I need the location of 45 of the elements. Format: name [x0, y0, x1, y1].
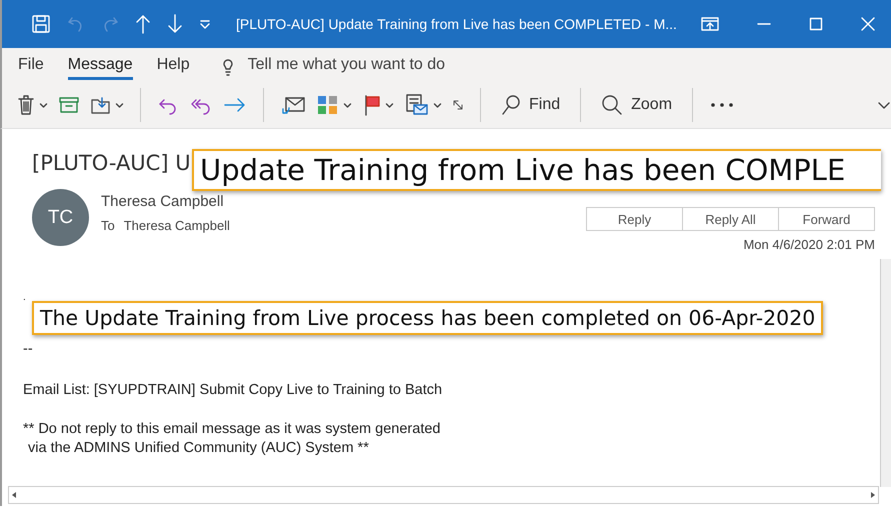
signature-separator: -- [23, 340, 33, 359]
rules-icon[interactable] [404, 93, 430, 117]
find-button[interactable]: Find [497, 94, 564, 116]
caret-icon[interactable] [433, 100, 442, 110]
collapse-ribbon-icon[interactable] [877, 100, 891, 110]
save-icon[interactable] [30, 13, 52, 35]
zoom-callout: The Update Training from Live process has been completed on 06-Apr-2020 [32, 301, 824, 335]
close-icon[interactable] [861, 17, 875, 31]
down-arrow-icon[interactable] [166, 13, 184, 35]
window-title: [PLUTO-AUC] Update Training from Live has been COMPLETED - M... [236, 16, 678, 32]
caret-icon[interactable] [343, 100, 352, 110]
tell-me-field[interactable]: Tell me what you want to do [248, 56, 446, 74]
caret-icon[interactable] [39, 100, 48, 110]
notice-text: ** Do not reply to this email message as it was system generated [23, 420, 440, 439]
magnifier-icon [601, 94, 624, 116]
dialog-launcher-icon[interactable] [452, 99, 464, 111]
to-label: To [101, 218, 115, 233]
notice-text: via the ADMINS Unified Community (AUC) System ** [27, 439, 369, 458]
restore-window-icon[interactable] [701, 16, 719, 32]
menu-tab[interactable]: Help [156, 50, 190, 80]
zoom-button[interactable]: Zoom [597, 94, 676, 116]
message-action-button[interactable]: Forward [778, 207, 875, 231]
zoom-callout: Update Training from Live has been COMPLE [192, 149, 881, 191]
trash-icon[interactable] [16, 94, 36, 116]
up-arrow-icon[interactable] [134, 13, 152, 35]
message-action-button[interactable]: Reply All [682, 207, 779, 231]
move-folder-icon[interactable] [90, 95, 112, 115]
avatar: TC [32, 189, 89, 246]
menu-tab[interactable]: File [18, 50, 44, 80]
archive-icon[interactable] [58, 95, 80, 115]
search-icon [501, 94, 521, 116]
sender-name[interactable]: Theresa Campbell [101, 193, 230, 210]
caret-icon[interactable] [115, 100, 124, 110]
menu-tab[interactable]: Message [68, 50, 133, 80]
message-subject: [PLUTO-AUC] U [32, 151, 191, 175]
recipient-name[interactable]: Theresa Campbell [124, 218, 230, 233]
more-options-icon[interactable] [709, 100, 736, 110]
maximize-icon[interactable] [809, 17, 823, 31]
email-list-text: Email List: [SYUPDTRAIN] Submit Copy Live to Training to Batch [23, 381, 442, 400]
horizontal-scrollbar[interactable] [8, 486, 879, 504]
message-action-button[interactable]: Reply [586, 207, 683, 231]
caret-icon[interactable] [385, 100, 394, 110]
body-mark: . [23, 291, 26, 300]
message-date: Mon 4/6/2020 2:01 PM [743, 237, 875, 252]
vertical-scrollbar[interactable] [880, 259, 891, 487]
